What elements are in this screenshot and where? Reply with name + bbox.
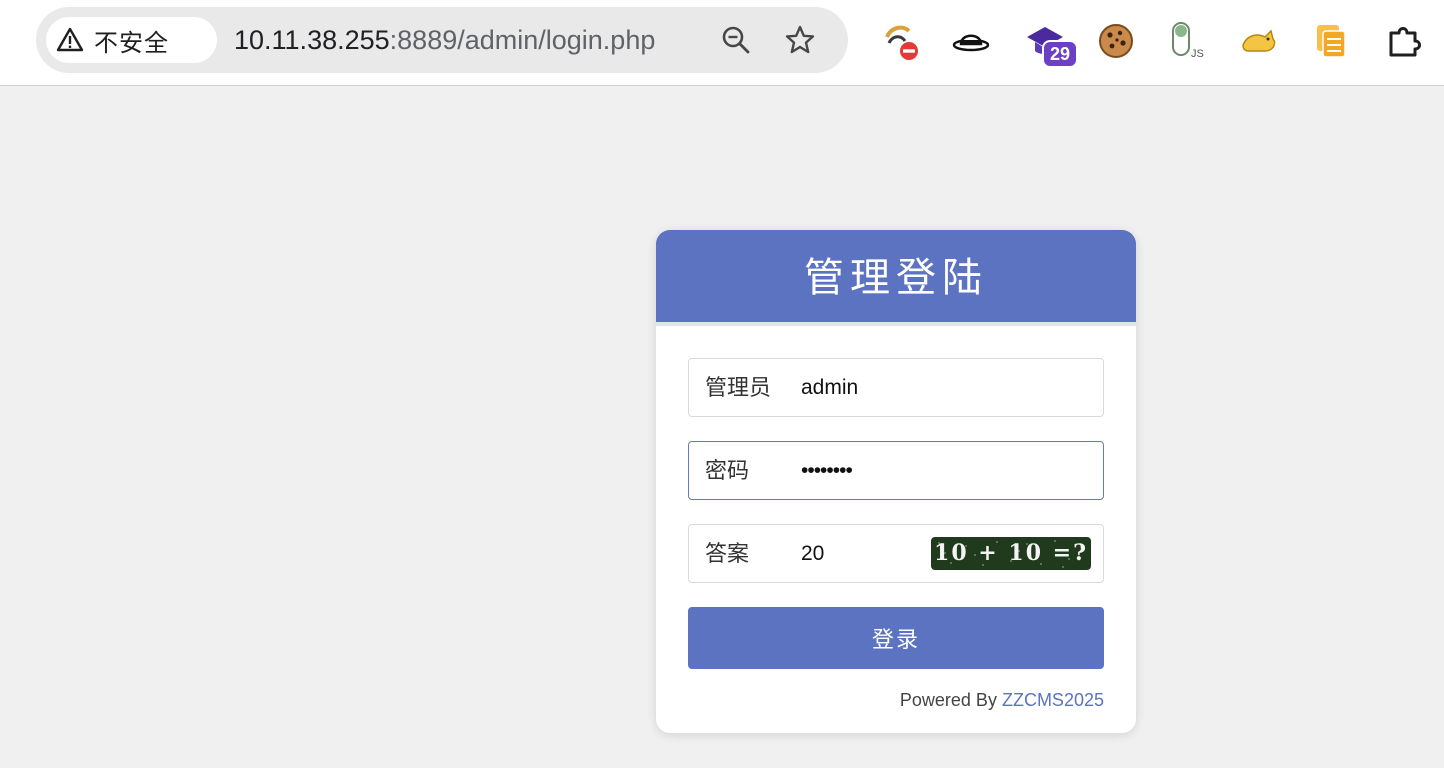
password-field[interactable]: 密码 xyxy=(688,441,1104,500)
url-path: :8889/admin/login.php xyxy=(389,25,656,55)
password-label: 密码 xyxy=(705,458,750,483)
address-bar[interactable]: 不安全 10.11.38.255:8889/admin/login.php xyxy=(36,7,848,73)
answer-label: 答案 xyxy=(705,541,750,566)
zoom-icon[interactable] xyxy=(720,24,752,56)
url-host: 10.11.38.255 xyxy=(234,25,390,55)
javascript-toggle-extension-icon[interactable]: JS xyxy=(1168,20,1210,62)
tomcat-extension-icon[interactable] xyxy=(1238,20,1280,62)
login-button[interactable]: 登录 xyxy=(688,607,1104,669)
warning-icon xyxy=(56,27,84,52)
not-secure-label: 不安全 xyxy=(94,29,169,57)
spy-hat-extension-icon[interactable] xyxy=(950,20,992,62)
browser-toolbar: 不安全 10.11.38.255:8889/admin/login.php 29… xyxy=(0,0,1444,86)
cookie-extension-icon[interactable] xyxy=(1095,20,1137,62)
graduation-cap-extension-icon[interactable]: 29 xyxy=(1024,20,1078,68)
powered-by-text: Powered By xyxy=(899,690,1002,710)
captcha-text: 10 + 10 =? xyxy=(934,540,1088,566)
login-title: 管理登陆 xyxy=(656,230,1136,326)
answer-input[interactable] xyxy=(801,535,941,572)
captcha-image[interactable]: 10 + 10 =? xyxy=(931,537,1091,570)
zzcms-link[interactable]: ZZCMS2025 xyxy=(1002,690,1104,710)
copy-pages-extension-icon[interactable] xyxy=(1310,20,1352,62)
username-field[interactable]: 管理员 xyxy=(688,358,1104,417)
puzzle-extensions-menu-icon[interactable] xyxy=(1384,20,1426,62)
login-card: 管理登陆 管理员 密码 答案 10 + 10 =? 登录 Powered B xyxy=(656,230,1136,733)
url-text[interactable]: 10.11.38.255:8889/admin/login.php xyxy=(234,7,655,73)
captcha-answer-field[interactable]: 答案 10 + 10 =? xyxy=(688,524,1104,583)
powered-by-footer: Powered By ZZCMS2025 xyxy=(900,690,1104,711)
site-security-chip[interactable]: 不安全 xyxy=(46,17,217,63)
js-label: JS xyxy=(1191,48,1204,60)
username-input[interactable] xyxy=(801,369,1081,406)
bookmark-star-icon[interactable] xyxy=(784,24,816,56)
password-input[interactable] xyxy=(801,452,1081,489)
adblock-extension-icon[interactable] xyxy=(880,20,922,62)
username-label: 管理员 xyxy=(705,375,772,400)
extension-badge: 29 xyxy=(1042,40,1078,68)
